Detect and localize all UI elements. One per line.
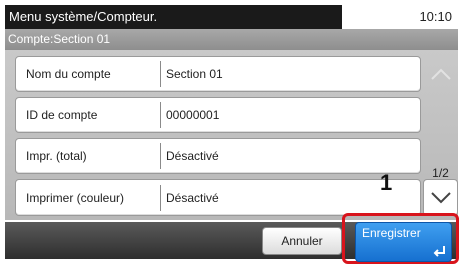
row-value: Désactivé bbox=[166, 149, 219, 163]
cancel-button[interactable]: Annuler bbox=[262, 227, 342, 255]
step-number: 1 bbox=[380, 170, 393, 195]
screen-title: Menu système/Compteur. bbox=[5, 5, 342, 29]
title-bar: Menu système/Compteur. 10:10 bbox=[5, 5, 458, 29]
subheader: Compte:Section 01 bbox=[5, 29, 458, 50]
row-print-total[interactable]: Impr. (total) Désactivé bbox=[15, 138, 421, 174]
save-button-label: Enregistrer bbox=[362, 226, 421, 240]
chevron-up-icon bbox=[430, 68, 451, 80]
row-account-id[interactable]: ID de compte 00000001 bbox=[15, 97, 421, 133]
chevron-down-icon bbox=[430, 191, 451, 203]
page-indicator: 1/2 bbox=[432, 166, 449, 180]
row-account-name[interactable]: Nom du compte Section 01 bbox=[15, 56, 421, 92]
row-value: 00000001 bbox=[166, 108, 220, 122]
enter-icon bbox=[433, 246, 445, 257]
row-label: Impr. (total) bbox=[26, 149, 87, 163]
scroll-down-button[interactable] bbox=[423, 179, 458, 216]
row-label: Nom du compte bbox=[26, 67, 111, 81]
touch-panel-screen: Menu système/Compteur. 10:10 Compte:Sect… bbox=[0, 0, 462, 264]
scroll-up-button[interactable] bbox=[423, 56, 458, 92]
clock: 10:10 bbox=[342, 5, 458, 29]
row-value: Section 01 bbox=[166, 67, 223, 81]
row-print-color[interactable]: Imprimer (couleur) Désactivé bbox=[15, 179, 421, 216]
row-value: Désactivé bbox=[166, 190, 219, 205]
save-button[interactable]: Enregistrer bbox=[355, 222, 452, 262]
row-label: Imprimer (couleur) bbox=[26, 190, 125, 205]
row-label: ID de compte bbox=[26, 108, 98, 122]
